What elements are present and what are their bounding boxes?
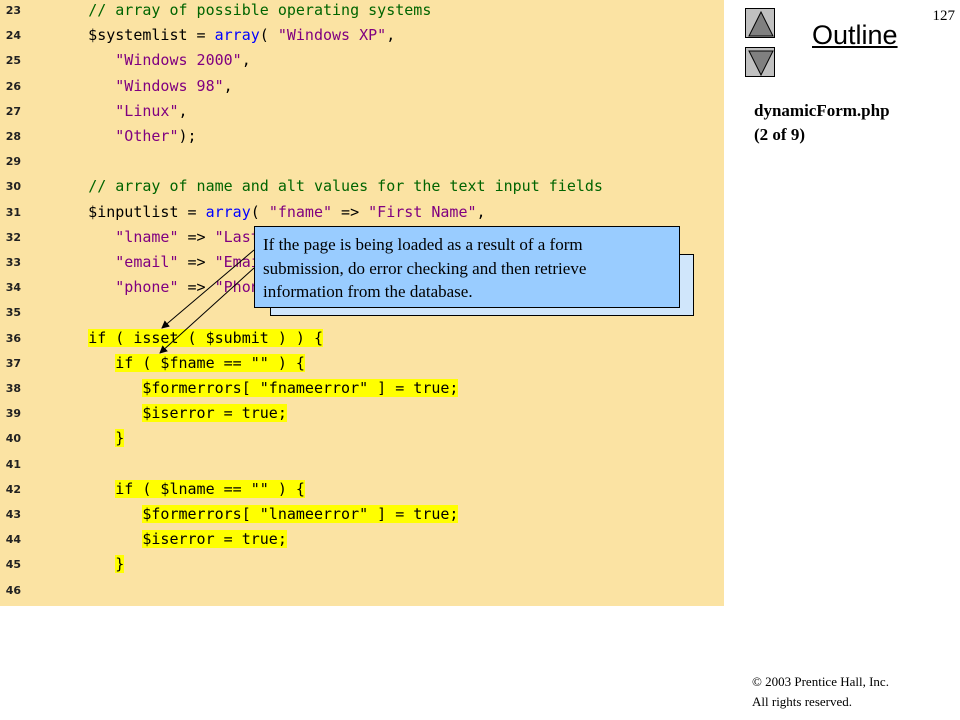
previous-slide-button[interactable] [745,8,775,38]
copyright-line-1: © 2003 Prentice Hall, Inc. [752,674,889,689]
triangle-up-icon [748,10,774,37]
copyright-line-2: All rights reserved. [752,694,853,709]
arrow-to-line-36 [161,249,255,329]
file-part: (2 of 9) [754,125,805,144]
copyright: © 2003 Prentice Hall, Inc. All rights re… [752,672,889,712]
triangle-down-icon [748,50,774,77]
file-name: dynamicForm.php [754,101,890,120]
next-slide-button[interactable] [745,47,775,77]
file-title: dynamicForm.php (2 of 9) [754,99,890,147]
outline-title[interactable]: Outline [812,20,898,51]
arrow-to-line-37 [159,267,255,354]
page-number: 127 [932,8,956,24]
callout-arrows [159,249,255,354]
